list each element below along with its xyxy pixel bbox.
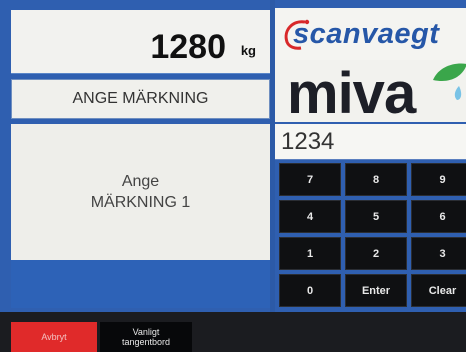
prompt-line-2: MÄRKNING 1 (90, 194, 191, 211)
key-8[interactable]: 8 (345, 163, 407, 196)
scale-terminal-screen: 1280 kg ANGE MÄRKNING Ange MÄRKNING 1 sc… (0, 0, 466, 352)
key-5[interactable]: 5 (345, 200, 407, 233)
miva-logo: miva (275, 60, 466, 126)
code-entry-field[interactable]: 1234 (275, 124, 466, 160)
prompt-line-1: Ange (121, 173, 160, 190)
product-name: miva (287, 61, 416, 126)
key-4[interactable]: 4 (279, 200, 341, 233)
numeric-keypad: 7 8 9 4 5 6 1 2 3 0 Enter Clear (279, 163, 466, 307)
leaf-icon (433, 63, 466, 100)
key-0[interactable]: 0 (279, 274, 341, 307)
key-3[interactable]: 3 (411, 237, 466, 270)
enter-button[interactable]: Enter (345, 274, 407, 307)
weight-display: 1280 kg (11, 10, 270, 74)
weight-value: 1280 (150, 28, 226, 66)
standard-keyboard-button[interactable]: Vanligt tangentbord (100, 322, 192, 352)
key-6[interactable]: 6 (411, 200, 466, 233)
marking-label-field[interactable]: ANGE MÄRKNING (11, 79, 270, 119)
scanvaegt-logo: scanvaegt (275, 8, 466, 60)
brand-name: scanvaegt (293, 18, 440, 50)
key-2[interactable]: 2 (345, 237, 407, 270)
weight-unit: kg (240, 43, 256, 58)
abort-button[interactable]: Avbryt (11, 322, 97, 352)
marking-prompt: Ange MÄRKNING 1 (11, 124, 270, 260)
key-7[interactable]: 7 (279, 163, 341, 196)
clear-button[interactable]: Clear (411, 274, 466, 307)
key-9[interactable]: 9 (411, 163, 466, 196)
keyboard-button-line-1: Vanligt (132, 327, 160, 337)
key-1[interactable]: 1 (279, 237, 341, 270)
left-panel-footer (11, 260, 270, 308)
keyboard-button-line-2: tangentbord (121, 337, 171, 347)
